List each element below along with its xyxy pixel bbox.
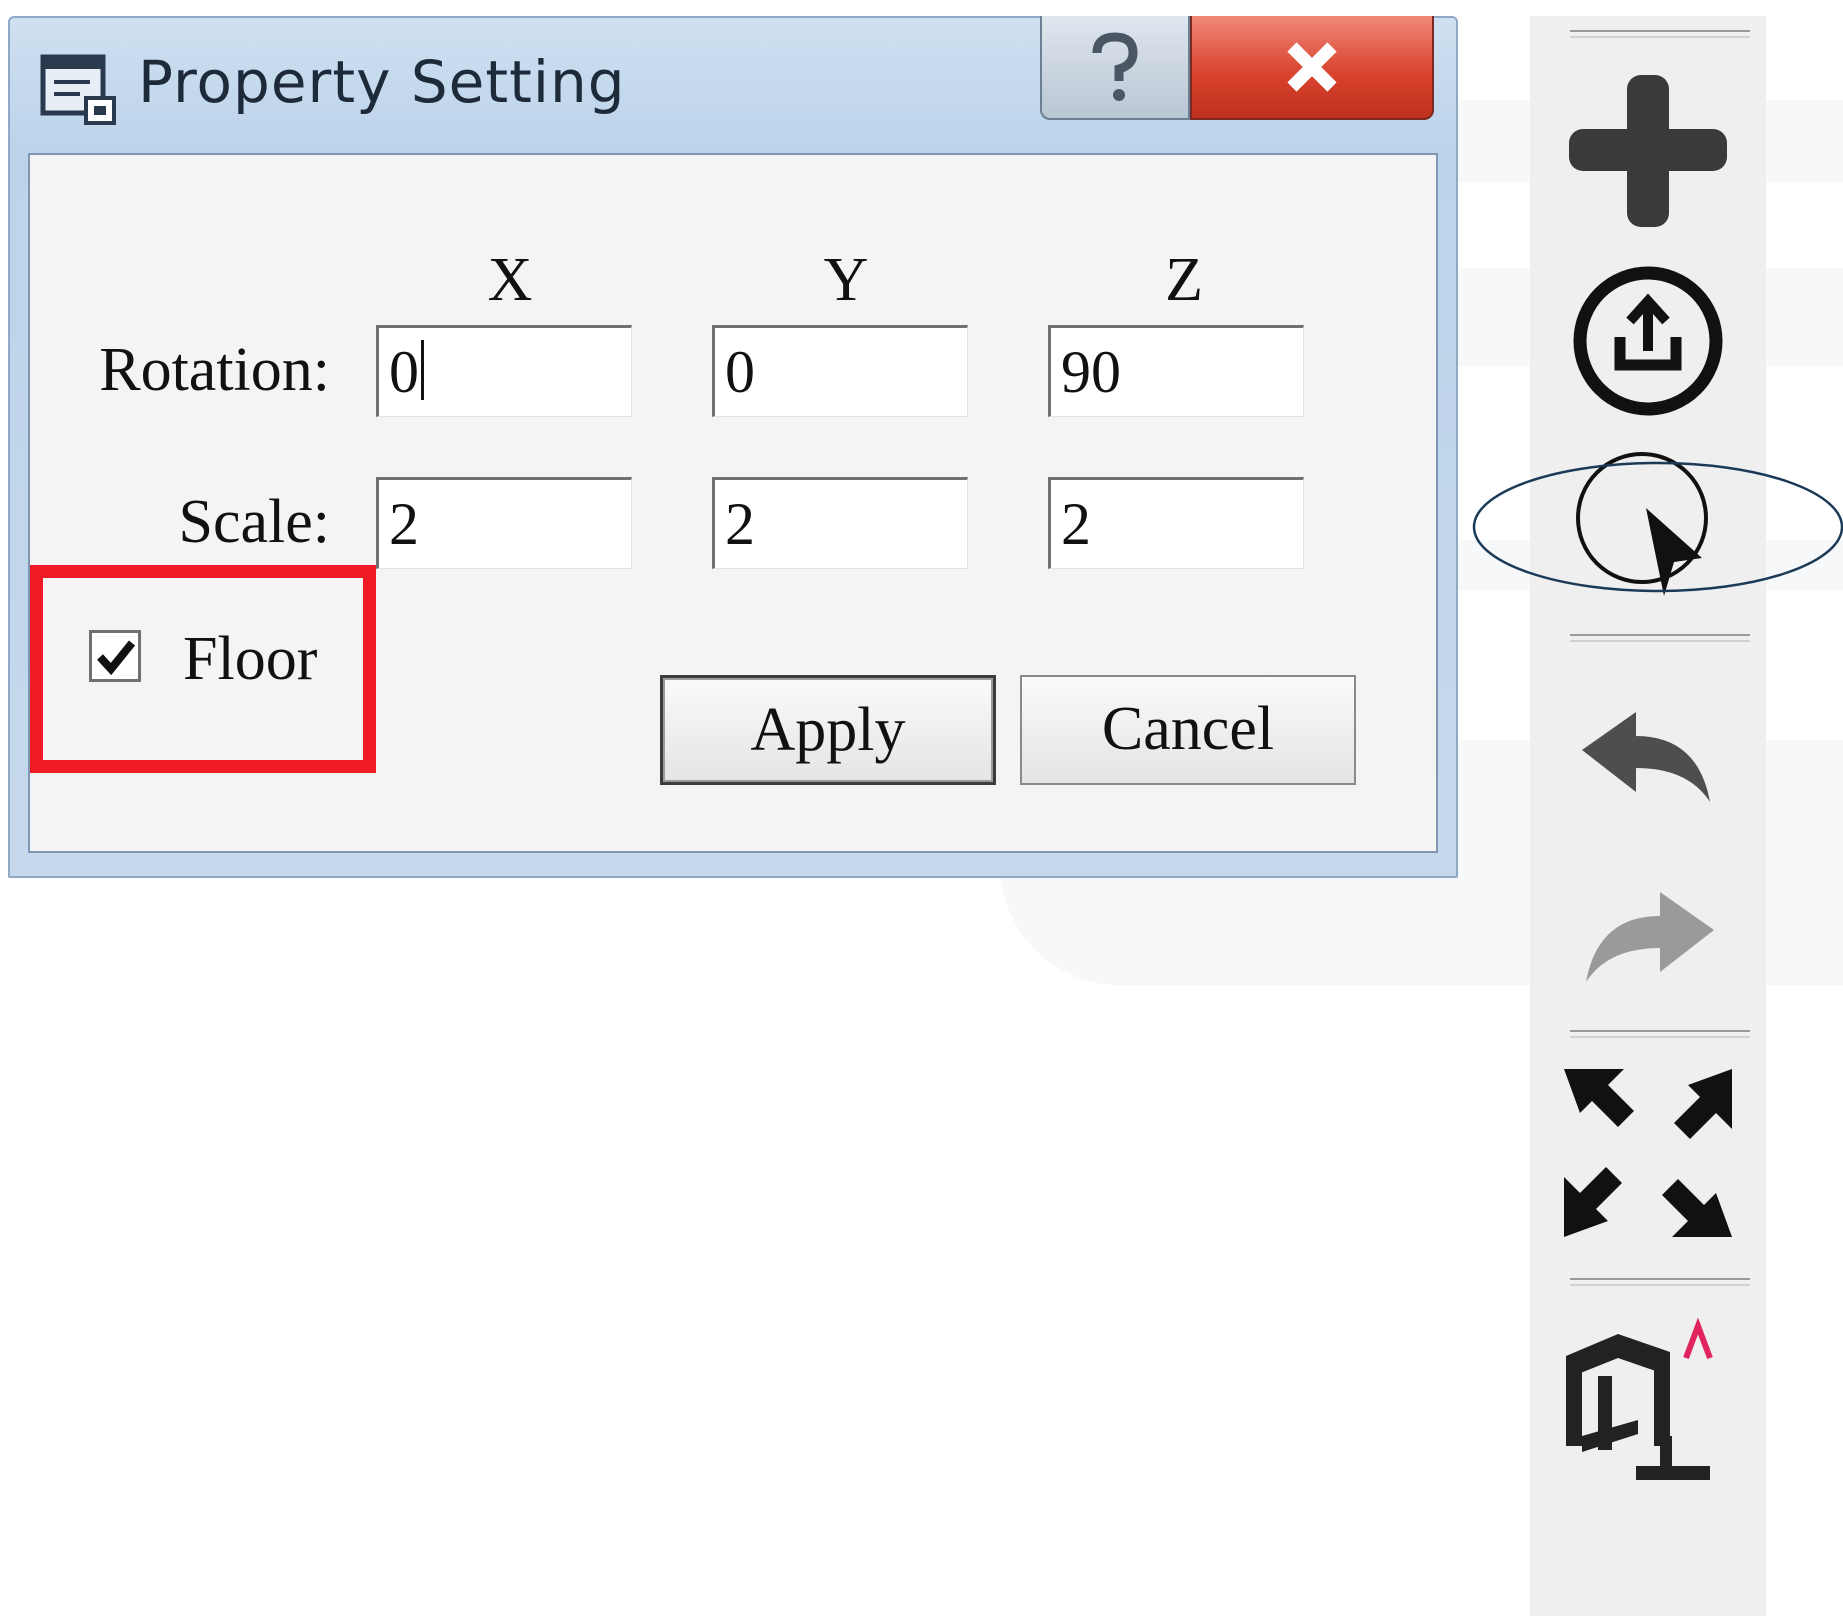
floor-highlight-box: Floor (30, 565, 376, 773)
export-icon (1573, 266, 1723, 416)
export-button[interactable] (1530, 256, 1766, 426)
annotation-ellipse (1472, 461, 1843, 593)
dialog-client-area: X Y Z Rotation: 0 0 90 Scale: 2 2 2 Floo… (28, 153, 1438, 853)
rotation-y-input[interactable]: 0 (712, 325, 968, 417)
scale-x-value: 2 (389, 491, 419, 557)
rotation-x-value: 0 (389, 339, 419, 405)
toolbar-separator (1570, 1030, 1750, 1038)
column-header-z: Z (1165, 246, 1203, 314)
scale-label: Scale: (178, 488, 331, 556)
add-icon (1569, 75, 1727, 227)
rotation-z-value: 90 (1061, 339, 1121, 405)
close-icon (1287, 42, 1337, 92)
undo-icon (1582, 712, 1710, 802)
properties-window-icon (40, 54, 118, 126)
column-header-y: Y (823, 246, 869, 314)
scale-y-value: 2 (725, 491, 755, 557)
help-button[interactable] (1040, 16, 1190, 120)
rotation-y-value: 0 (725, 339, 755, 405)
undo-button[interactable] (1530, 696, 1766, 826)
room-layout-icon (1566, 1317, 1713, 1480)
property-setting-dialog: Property Setting X Y Z Rotation: 0 0 90 … (8, 16, 1458, 878)
toolbar-separator (1570, 634, 1750, 642)
redo-icon (1586, 892, 1714, 982)
question-icon (1092, 32, 1138, 101)
dialog-title: Property Setting (138, 48, 626, 116)
column-header-x: X (487, 246, 533, 314)
checkmark-icon (97, 640, 136, 676)
room-layout-button[interactable] (1530, 1306, 1766, 1496)
add-button[interactable] (1530, 66, 1766, 236)
scale-x-input[interactable]: 2 (376, 477, 632, 569)
scale-z-input[interactable]: 2 (1048, 477, 1304, 569)
scale-z-value: 2 (1061, 491, 1091, 557)
apply-button[interactable]: Apply (660, 675, 996, 785)
cancel-button[interactable]: Cancel (1020, 675, 1356, 785)
floor-checkbox[interactable] (89, 630, 141, 682)
scale-y-input[interactable]: 2 (712, 477, 968, 569)
fit-view-button[interactable] (1530, 1058, 1766, 1248)
rotation-label: Rotation: (99, 336, 330, 404)
text-caret (421, 340, 424, 400)
rotation-z-input[interactable]: 90 (1048, 325, 1304, 417)
toolbar-separator (1570, 1278, 1750, 1286)
fit-view-icon (1564, 1069, 1732, 1237)
floor-label: Floor (183, 625, 318, 693)
rotation-x-input[interactable]: 0 (376, 325, 632, 417)
toolbar-separator (1570, 30, 1750, 38)
redo-button[interactable] (1530, 876, 1766, 1006)
close-button[interactable] (1190, 16, 1434, 120)
vertical-toolbar (1530, 16, 1766, 1616)
